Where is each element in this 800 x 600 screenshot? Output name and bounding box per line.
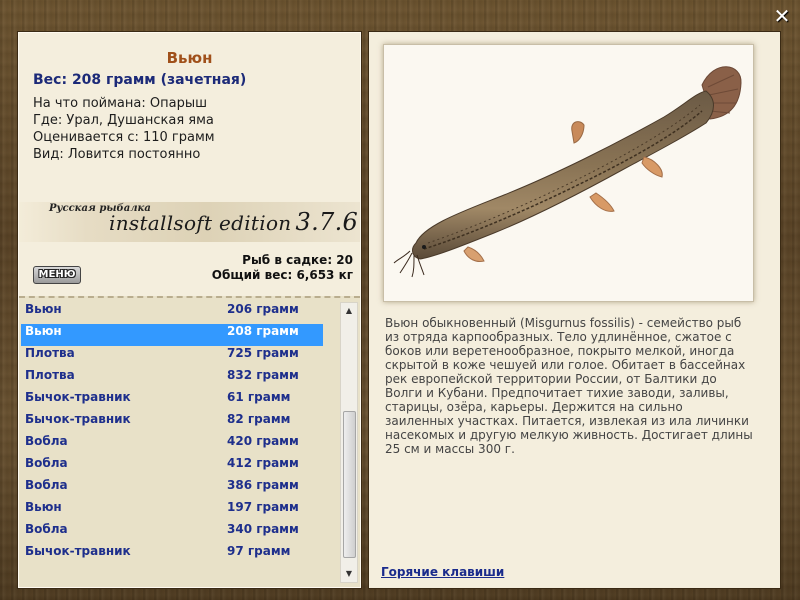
catch-details: На что поймана: Опарыш Где: Урал, Душанс… [33,95,215,163]
fish-row-name: Плотва [25,368,75,382]
fish-list: Вьюн 206 грамм Вьюн 208 грамм Плотва 725 грам… [21,302,323,566]
fish-row-weight: 340 грамм [227,522,299,536]
fish-row-name: Вобла [25,456,68,470]
logo-edition-text: installsoft edition [109,211,292,235]
fish-row-name: Вьюн [25,500,62,514]
fish-row-name: Плотва [25,346,75,360]
fish-row-name: Вобла [25,478,68,492]
fish-list-row[interactable]: Вобла 340 грамм [21,522,323,544]
total-weight: Общий вес: 6,653 кг [211,268,353,282]
fish-description-panel: Вьюн обыкновенный (Misgurnus fossilis) -… [368,31,781,589]
fish-list-row[interactable]: Бычок-травник 61 грамм [21,390,323,412]
keepnet-stats: Рыб в садке: 20 Общий вес: 6,653 кг [212,253,353,283]
fish-row-name: Вобла [25,522,68,536]
hotkeys-link[interactable]: Горячие клавиши [381,565,504,579]
fish-photo [383,44,754,302]
catch-info-panel: Вьюн Вес: 208 грамм (зачетная) На что по… [17,31,362,589]
location-info: Где: Урал, Душанская яма [33,113,214,128]
close-button[interactable]: ✕ [770,4,794,28]
loach-illustration [393,66,742,278]
min-weight-info: Оценивается с: 110 грамм [33,130,215,145]
scroll-up-button[interactable]: ▲ [341,303,357,319]
menu-button[interactable]: МЕНЮ [33,266,81,284]
fish-row-weight: 725 грамм [227,346,299,360]
arrow-down-icon: ▼ [345,569,353,578]
fish-row-weight: 206 грамм [227,302,299,316]
logo-version: 3.7.6 [295,208,359,236]
fish-row-name: Вьюн [25,302,62,316]
list-scrollbar[interactable]: ▲ ▼ [340,302,358,583]
fish-list-row[interactable]: Бычок-травник 82 грамм [21,412,323,434]
fish-description: Вьюн обыкновенный (Misgurnus fossilis) -… [385,316,753,456]
fish-list-row[interactable]: Вьюн 208 грамм [21,324,323,346]
frequency-info: Вид: Ловится постоянно [33,147,201,162]
fish-weight: Вес: 208 грамм (зачетная) [33,72,247,88]
fish-row-name: Бычок-травник [25,390,131,404]
fish-list-area: Вьюн 206 грамм Вьюн 208 грамм Плотва 725 грам… [19,296,360,587]
fish-list-row[interactable]: Вобла 386 грамм [21,478,323,500]
fish-row-weight: 412 грамм [227,456,299,470]
fish-row-name: Бычок-травник [25,544,131,558]
bait-info: На что поймана: Опарыш [33,96,207,111]
fish-list-row[interactable]: Вьюн 206 грамм [21,302,323,324]
close-icon: ✕ [773,4,791,28]
fish-row-weight: 61 грамм [227,390,291,404]
scroll-down-button[interactable]: ▼ [341,566,357,582]
fish-row-weight: 97 грамм [227,544,291,558]
fish-count: Рыб в садке: 20 [242,253,353,267]
fish-list-row[interactable]: Плотва 832 грамм [21,368,323,390]
fish-list-row[interactable]: Вобла 420 грамм [21,434,323,456]
fish-name-title: Вьюн [166,49,213,67]
fish-row-weight: 82 грамм [227,412,291,426]
fish-list-row[interactable]: Вобла 412 грамм [21,456,323,478]
fish-list-row[interactable]: Бычок-травник 97 грамм [21,544,323,566]
arrow-up-icon: ▲ [345,306,353,315]
fish-row-weight: 832 грамм [227,368,299,382]
fish-row-weight: 420 грамм [227,434,299,448]
fish-list-row[interactable]: Вьюн 197 грамм [21,500,323,522]
fish-row-name: Бычок-травник [25,412,131,426]
fish-row-weight: 208 грамм [227,324,299,338]
scroll-thumb[interactable] [343,411,356,558]
fish-row-weight: 386 грамм [227,478,299,492]
fish-row-weight: 197 грамм [227,500,299,514]
logo-edition: installsoft edition 3.7.6 [109,208,358,236]
fish-list-row[interactable]: Плотва 725 грамм [21,346,323,368]
fish-row-name: Вьюн [25,324,62,338]
game-logo: Русская рыбалка installsoft edition 3.7.6 [19,202,360,242]
fish-row-name: Вобла [25,434,68,448]
